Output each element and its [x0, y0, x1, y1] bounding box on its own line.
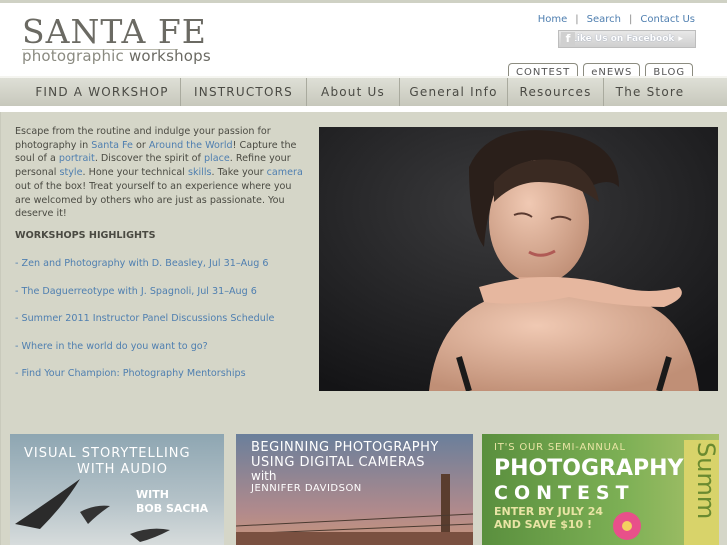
nav-instructors[interactable]: INSTRUCTORS [181, 78, 307, 106]
promo-beginning-photography[interactable]: BEGINNING PHOTOGRAPHY USING DIGITAL CAME… [236, 434, 473, 545]
place-link[interactable]: place [204, 153, 230, 164]
link-separator: | [575, 14, 579, 25]
intro-text: or [132, 139, 149, 151]
highlights-list: - Zen and Photography with D. Beasley, J… [15, 258, 274, 396]
nav-store[interactable]: The Store [604, 78, 696, 106]
main-content: Escape from the routine and indulge your… [0, 112, 727, 545]
facebook-label: Like Us on Facebook [571, 34, 675, 44]
logo-sub-bold: workshops [128, 47, 211, 65]
highlight-link[interactable]: - Summer 2011 Instructor Panel Discussio… [15, 313, 274, 341]
nav-about-us[interactable]: About Us [307, 78, 400, 106]
promo-contest[interactable]: IT'S OUR SEMI-ANNUAL PHOTOGRAPHY CONTEST… [482, 434, 719, 545]
intro-text: out of the box! Treat yourself to an exp… [15, 180, 292, 220]
camera-link[interactable]: camera [267, 167, 303, 178]
facebook-icon: f [561, 32, 575, 46]
portrait-link[interactable]: portrait [59, 153, 95, 164]
home-link[interactable]: Home [538, 14, 568, 25]
intro-paragraph: Escape from the routine and indulge your… [15, 125, 305, 221]
intro-text: . Discover the spirit of [94, 153, 204, 165]
highlights-heading: WORKSHOPS HIGHLIGHTS [15, 230, 156, 241]
nav-general-info[interactable]: General Info [400, 78, 508, 106]
around-the-world-link[interactable]: Around the World [149, 140, 233, 151]
chevron-right-icon: ▸ [678, 34, 683, 44]
flower-illustration [613, 512, 641, 540]
highlight-link[interactable]: - The Daguerreotype with J. Spagnoli, Ju… [15, 286, 274, 314]
contact-link[interactable]: Contact Us [640, 14, 695, 25]
site-header: SANTA FE photographic workshops Home | S… [0, 0, 727, 80]
promo-storytelling[interactable]: VISUAL STORYTELLING WITH AUDIO WITH BOB … [10, 434, 224, 545]
nav-find-workshop[interactable]: FIND A WORKSHOP [24, 78, 181, 106]
style-link[interactable]: style [59, 167, 82, 178]
logo-subtitle[interactable]: photographic workshops [22, 47, 211, 65]
utility-links: Home | Search | Contact Us [538, 14, 695, 25]
intro-text: . Hone your technical [82, 167, 188, 179]
main-nav: FIND A WORKSHOP INSTRUCTORS About Us Gen… [0, 76, 727, 109]
highlight-link[interactable]: - Zen and Photography with D. Beasley, J… [15, 258, 274, 286]
highlight-link[interactable]: - Where in the world do you want to go? [15, 341, 274, 369]
fence-illustration [236, 474, 473, 545]
nav-resources[interactable]: Resources [508, 78, 604, 106]
search-link[interactable]: Search [587, 14, 621, 25]
hero-photo[interactable] [319, 127, 718, 391]
birds-illustration [15, 479, 170, 542]
logo-title[interactable]: SANTA FE [22, 15, 207, 49]
link-separator: | [629, 14, 633, 25]
logo-sub-light: photographic [22, 47, 124, 65]
portrait-image [319, 127, 718, 391]
santa-fe-link[interactable]: Santa Fe [91, 140, 133, 151]
highlight-link[interactable]: - Find Your Champion: Photography Mentor… [15, 368, 274, 396]
skills-link[interactable]: skills [188, 167, 212, 178]
facebook-like-button[interactable]: f Like Us on Facebook ▸ [558, 30, 696, 48]
promo-side-text: Summ [692, 442, 719, 520]
intro-text: . Take your [211, 167, 267, 179]
